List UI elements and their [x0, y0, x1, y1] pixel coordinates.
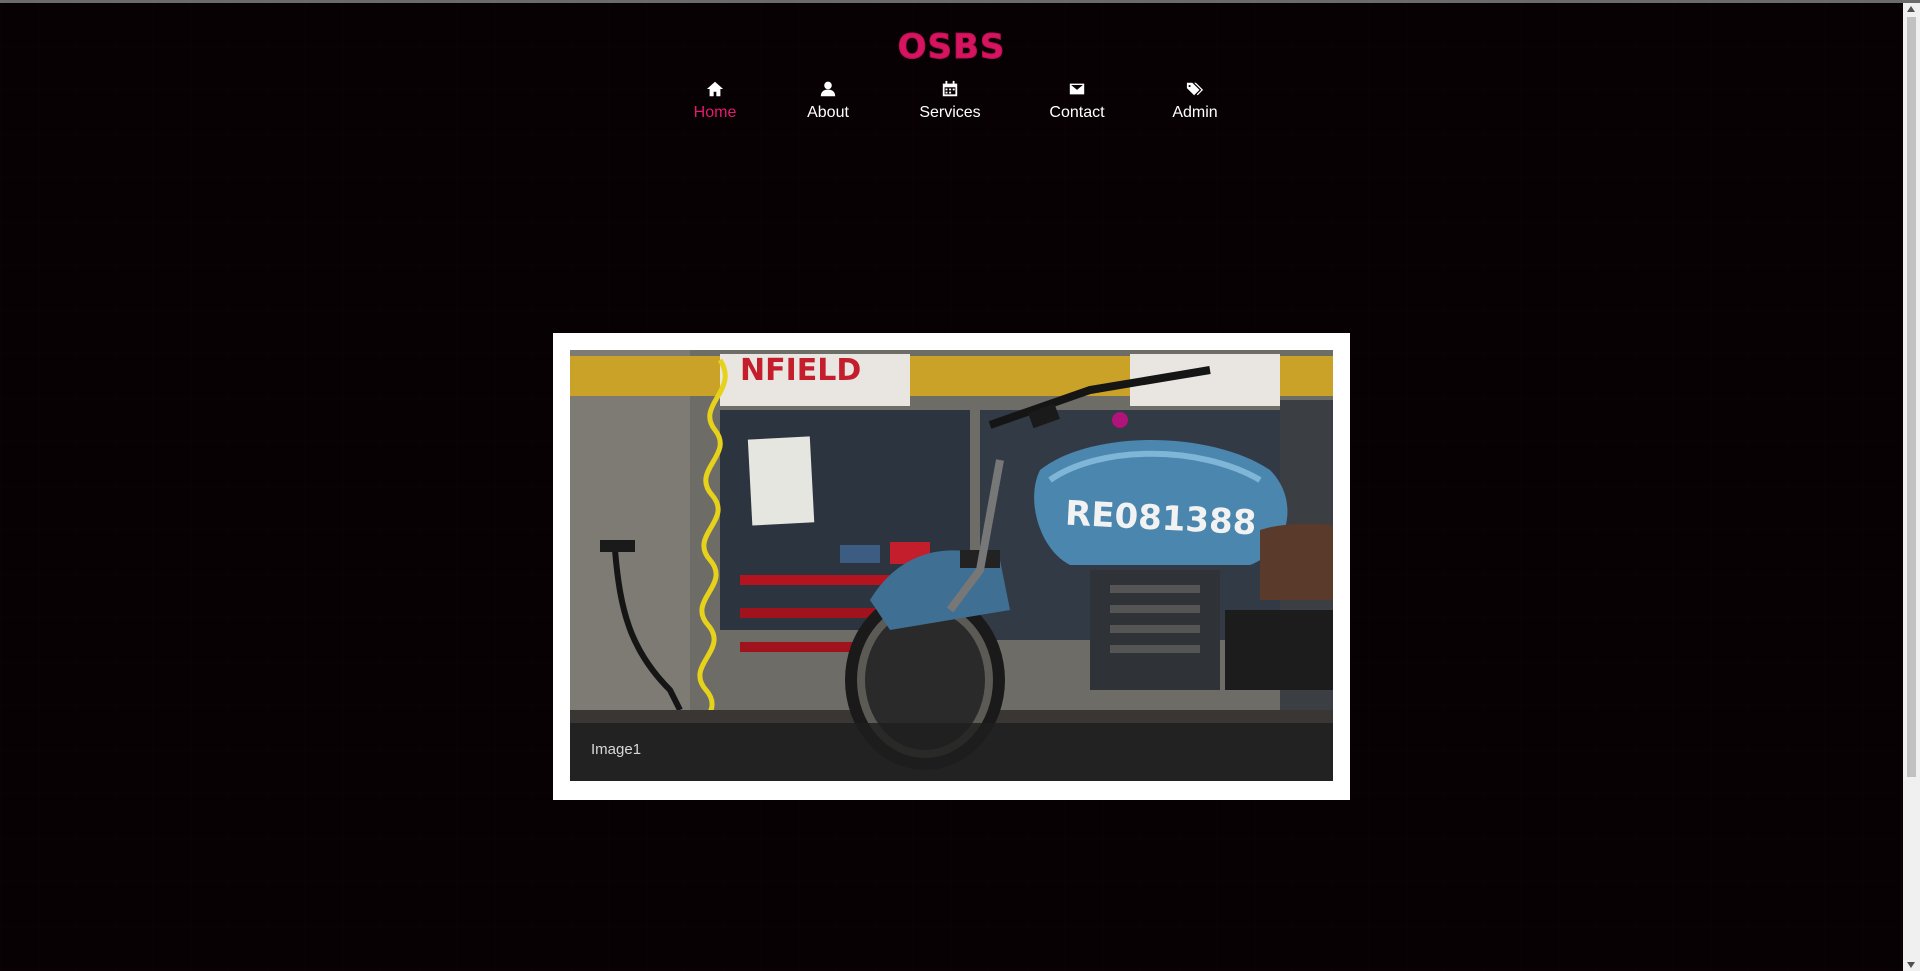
- scroll-thumb[interactable]: [1907, 17, 1916, 777]
- nav-label-about: About: [807, 104, 849, 121]
- page-background: OSBS Home About Services Contact Admin N…: [0, 3, 1903, 971]
- nav-item-home[interactable]: Home: [665, 80, 765, 122]
- nav-label-contact: Contact: [1049, 104, 1105, 121]
- envelope-icon: [1067, 80, 1087, 100]
- motorcycle-workshop-photo: NFIELD RE081388: [570, 350, 1333, 781]
- user-icon: [818, 80, 838, 100]
- home-icon: [705, 80, 725, 100]
- sign-text-left: NFIELD: [740, 353, 861, 388]
- calendar-icon: [940, 80, 960, 100]
- site-logo[interactable]: OSBS: [0, 27, 1903, 68]
- caption-bar: Image1: [570, 723, 1333, 781]
- nav-label-admin: Admin: [1172, 104, 1218, 121]
- nav-item-contact[interactable]: Contact: [1027, 80, 1127, 122]
- nav-item-about[interactable]: About: [778, 80, 878, 122]
- nav-label-home: Home: [693, 104, 737, 121]
- tags-icon: [1185, 80, 1205, 100]
- scroll-down-arrow-icon[interactable]: [1907, 962, 1915, 968]
- nav-item-services[interactable]: Services: [900, 80, 1000, 122]
- slide-caption: Image1: [591, 741, 642, 758]
- slideshow-frame: NFIELD RE081388 Image1: [553, 333, 1350, 800]
- nav-label-services: Services: [919, 104, 981, 121]
- nav-item-admin[interactable]: Admin: [1145, 80, 1245, 122]
- scroll-up-arrow-icon[interactable]: [1907, 6, 1915, 12]
- main-nav: Home About Services Contact Admin: [665, 80, 1245, 130]
- vertical-scrollbar[interactable]: [1903, 3, 1920, 971]
- slide-image[interactable]: NFIELD RE081388 Image1: [570, 350, 1333, 781]
